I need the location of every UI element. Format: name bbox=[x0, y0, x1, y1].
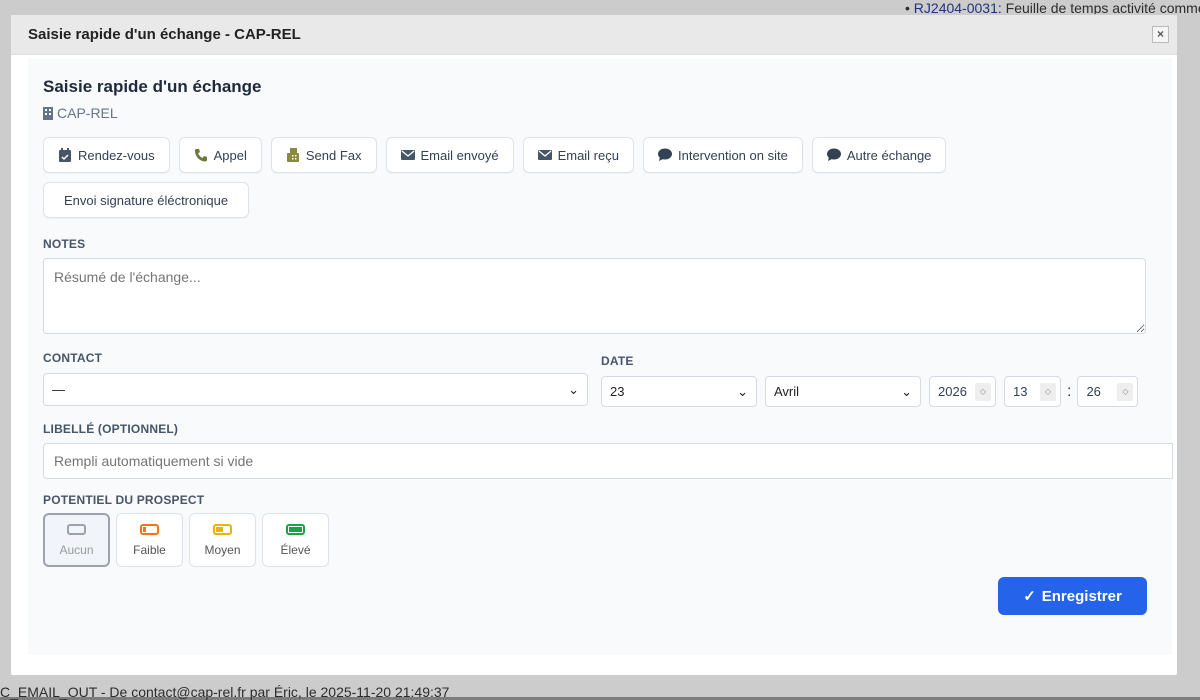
save-label: Enregistrer bbox=[1041, 587, 1122, 605]
spinner-icon[interactable]: ◇ bbox=[1117, 382, 1134, 401]
button-label: Email envoyé bbox=[420, 147, 499, 163]
battery-icon bbox=[213, 523, 232, 535]
notes-textarea[interactable] bbox=[43, 258, 1146, 334]
battery-icon bbox=[67, 523, 86, 535]
button-label: Rendez-vous bbox=[78, 147, 155, 163]
potential-option-aucun[interactable]: Aucun bbox=[43, 513, 110, 567]
type-button-autre[interactable]: Autre échange bbox=[811, 137, 947, 173]
time-separator: : bbox=[1067, 382, 1072, 400]
comment-icon bbox=[826, 148, 841, 161]
form-panel: Saisie rapide d'un échange CAP-REL Rende… bbox=[28, 59, 1173, 655]
form-heading: Saisie rapide d'un échange bbox=[43, 77, 262, 96]
date-label: DATE bbox=[601, 354, 634, 368]
spinner-icon[interactable]: ◇ bbox=[975, 382, 991, 401]
dialog-header: Saisie rapide d'un échange - CAP-REL × bbox=[11, 15, 1177, 55]
libelle-input[interactable] bbox=[43, 443, 1173, 479]
calendar-check-icon bbox=[59, 148, 71, 162]
type-button-email-recu[interactable]: Email reçu bbox=[522, 137, 634, 173]
close-button[interactable]: × bbox=[1152, 26, 1169, 43]
potential-label: POTENTIEL DU PROSPECT bbox=[43, 493, 205, 507]
building-icon bbox=[43, 106, 53, 120]
potential-label-text: Faible bbox=[133, 542, 166, 557]
potential-label-text: Aucun bbox=[59, 542, 94, 557]
dialog-title: Saisie rapide d'un échange - CAP-REL bbox=[28, 26, 301, 43]
battery-icon bbox=[286, 523, 305, 535]
potential-option-moyen[interactable]: Moyen bbox=[189, 513, 256, 567]
save-button[interactable]: ✓ Enregistrer bbox=[998, 577, 1147, 615]
spinner-icon[interactable]: ◇ bbox=[1040, 382, 1056, 401]
potential-option-faible[interactable]: Faible bbox=[116, 513, 183, 567]
potential-option-élevé[interactable]: Élevé bbox=[262, 513, 329, 567]
quick-exchange-dialog: Saisie rapide d'un échange - CAP-REL × S… bbox=[10, 14, 1178, 676]
month-select[interactable]: Avril ⌄ bbox=[765, 376, 921, 407]
battery-icon bbox=[140, 523, 159, 535]
envelope-icon bbox=[537, 150, 552, 160]
contact-select[interactable]: — ⌄ bbox=[43, 373, 588, 406]
day-value: 23 bbox=[610, 384, 625, 399]
contact-date-row: CONTACT — ⌄ DATE 23 ⌄ Avril ⌄ 2026 ◇ 13 ◇ : 2… bbox=[43, 351, 1157, 407]
button-label: Send Fax bbox=[305, 147, 362, 163]
company-line: CAP-REL bbox=[43, 105, 1157, 121]
hour-input[interactable]: 13 ◇ bbox=[1004, 376, 1061, 407]
minute-value: 26 bbox=[1086, 384, 1101, 399]
libelle-label: LIBELLÉ (OPTIONNEL) bbox=[43, 422, 179, 436]
envelope-icon bbox=[400, 150, 415, 160]
chevron-down-icon: ⌄ bbox=[901, 383, 912, 399]
button-label: Autre échange bbox=[846, 147, 932, 163]
contact-label: CONTACT bbox=[43, 351, 103, 365]
exchange-type-buttons: Rendez-vous Appel Send Fax Email envoyé … bbox=[43, 137, 963, 218]
type-button-send-fax[interactable]: Send Fax bbox=[270, 137, 377, 173]
chevron-down-icon: ⌄ bbox=[568, 381, 579, 397]
minute-input[interactable]: 26 ◇ bbox=[1077, 376, 1139, 407]
type-button-email-envoye[interactable]: Email envoyé bbox=[385, 137, 514, 173]
potential-label-text: Moyen bbox=[204, 542, 241, 557]
type-button-intervention[interactable]: Intervention on site bbox=[642, 137, 803, 173]
hour-value: 13 bbox=[1013, 384, 1028, 399]
check-icon: ✓ bbox=[1023, 588, 1036, 605]
contact-value: — bbox=[52, 382, 65, 397]
fax-icon bbox=[286, 148, 299, 162]
button-label: Email reçu bbox=[557, 147, 619, 163]
comment-icon bbox=[657, 148, 672, 161]
potential-label-text: Élevé bbox=[280, 542, 311, 557]
potential-options: Aucun Faible Moyen Élevé bbox=[43, 513, 1157, 567]
year-input[interactable]: 2026 ◇ bbox=[929, 376, 996, 407]
button-label: Envoi signature éléctronique bbox=[64, 192, 229, 208]
phone-icon bbox=[194, 149, 207, 162]
button-label: Appel bbox=[213, 147, 247, 163]
notes-label: NOTES bbox=[43, 237, 86, 251]
company-name: CAP-REL bbox=[57, 105, 118, 121]
year-value: 2026 bbox=[938, 384, 967, 399]
type-button-signature[interactable]: Envoi signature éléctronique bbox=[43, 182, 250, 218]
chevron-down-icon: ⌄ bbox=[737, 383, 748, 399]
month-value: Avril bbox=[774, 384, 800, 399]
day-select[interactable]: 23 ⌄ bbox=[601, 376, 757, 407]
type-button-appel[interactable]: Appel bbox=[178, 137, 262, 173]
button-label: Intervention on site bbox=[677, 147, 788, 163]
type-button-rendez-vous[interactable]: Rendez-vous bbox=[43, 137, 170, 173]
